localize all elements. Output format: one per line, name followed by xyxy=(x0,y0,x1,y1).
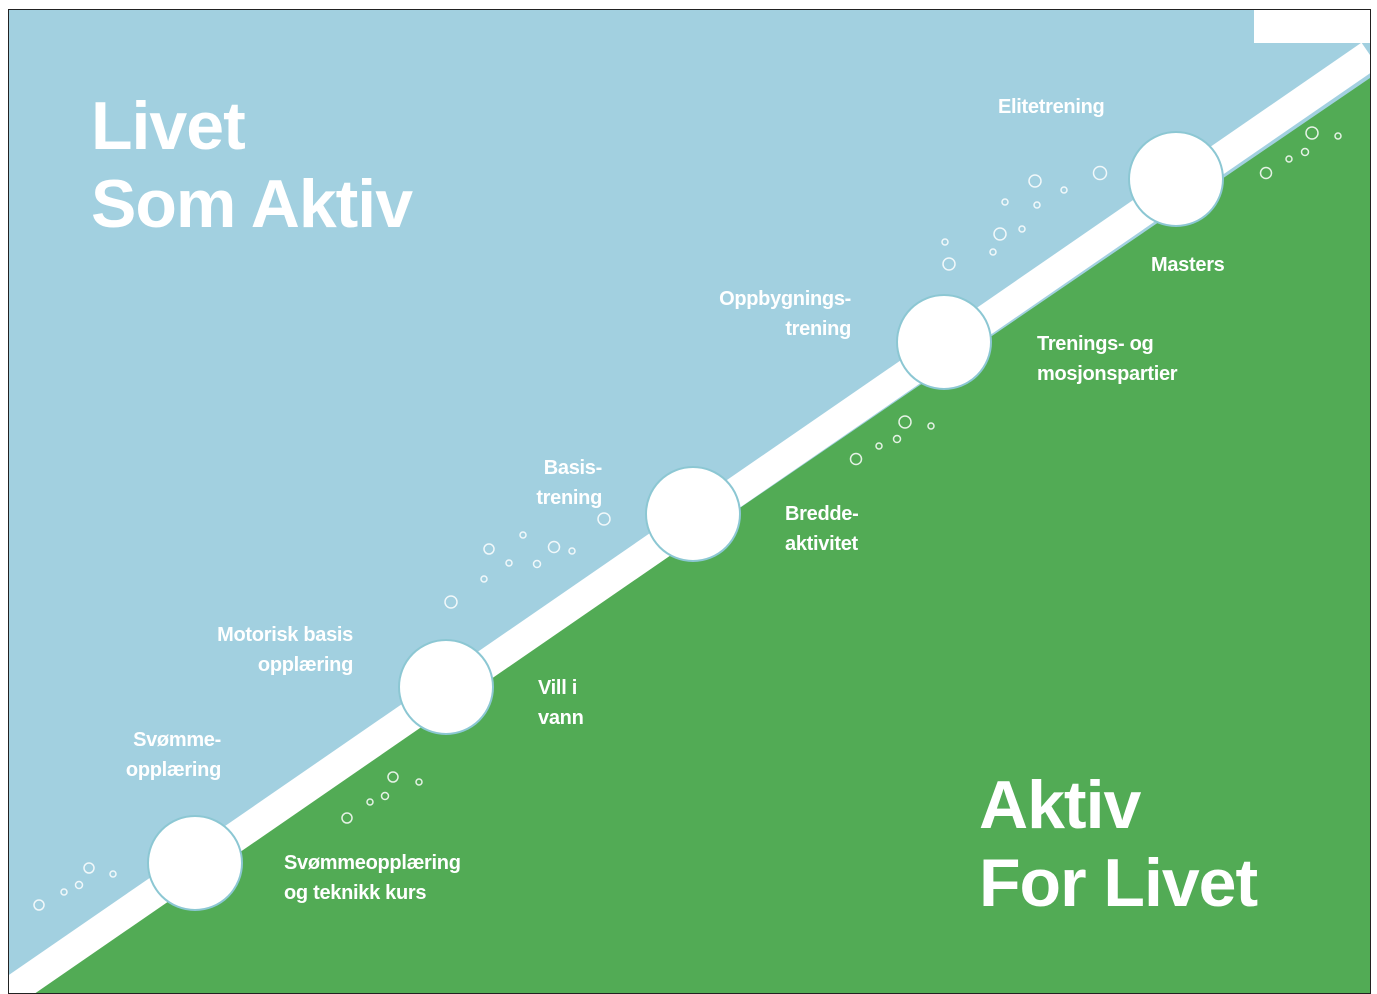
stage-1-upper-line-1: Svømme- xyxy=(133,729,221,751)
stage-1-upper-line-2: opplæring xyxy=(125,759,221,781)
stage-node-1 xyxy=(147,815,243,911)
title-top: Livet Som Aktiv xyxy=(91,87,413,243)
bubble xyxy=(993,227,1007,241)
stage-node-4 xyxy=(896,294,992,390)
stage-3-lower-line-2: aktivitet xyxy=(785,533,858,555)
stage-3-upper-line-2: trening xyxy=(536,487,602,509)
stage-1-lower-line-2: og teknikk kurs xyxy=(284,882,427,904)
stage-node-3 xyxy=(645,466,741,562)
bubble xyxy=(480,575,488,583)
stage-4-lower-label: Trenings- og mosjonspartier xyxy=(1037,329,1178,389)
bubble xyxy=(60,888,68,896)
stage-1-lower-label: Svømmeopplæring og teknikk kurs xyxy=(284,848,461,908)
stage-node-2 xyxy=(398,639,494,735)
stage-2-upper-label: Motorisk basis opplæring xyxy=(217,620,353,680)
stage-2-lower-line-2: vann xyxy=(538,707,584,729)
bubble xyxy=(941,238,949,246)
stage-2-upper-line-1: Motorisk basis xyxy=(217,624,353,646)
stage-4-lower-line-1: Trenings- og xyxy=(1037,333,1154,355)
title-bottom-line-2: For Livet xyxy=(979,845,1258,921)
title-bottom: Aktiv For Livet xyxy=(979,766,1258,922)
title-top-line-2: Som Aktiv xyxy=(91,166,413,242)
bubble xyxy=(568,547,576,555)
bubble xyxy=(942,257,956,271)
stage-1-upper-label: Svømme- opplæring xyxy=(126,725,221,785)
bubble xyxy=(444,595,458,609)
bubble xyxy=(989,248,997,256)
title-top-line-1: Livet xyxy=(91,88,246,164)
bubble xyxy=(547,540,561,554)
stage-2-upper-line-2: opplæring xyxy=(257,654,353,676)
bubble xyxy=(33,899,45,911)
diagram-frame: Livet Som Aktiv Aktiv For Livet Svømme- … xyxy=(8,9,1371,994)
bubble xyxy=(1018,225,1026,233)
bubble xyxy=(83,862,95,874)
stage-5-upper-line-1: Elitetrening xyxy=(998,96,1105,118)
stage-5-upper-label: Elitetrening xyxy=(998,92,1105,122)
stage-2-lower-label: Vill i vann xyxy=(538,673,584,733)
bubble xyxy=(597,512,611,526)
bubble xyxy=(483,543,495,555)
bubble xyxy=(1001,198,1009,206)
bubble xyxy=(519,531,527,539)
stage-3-upper-label: Basis- trening xyxy=(536,453,602,513)
stage-2-lower-line-1: Vill i xyxy=(538,677,577,699)
stage-5-lower-line-1: Masters xyxy=(1151,254,1225,276)
stage-node-5 xyxy=(1128,131,1224,227)
stage-4-upper-line-2: trening xyxy=(785,318,851,340)
title-bottom-line-1: Aktiv xyxy=(979,767,1141,843)
bubble xyxy=(532,559,542,569)
stage-4-upper-label: Oppbygnings- trening xyxy=(719,284,851,344)
stage-4-upper-line-1: Oppbygnings- xyxy=(719,288,851,310)
bubble xyxy=(1060,186,1068,194)
stage-4-lower-line-2: mosjonspartier xyxy=(1037,363,1178,385)
bubble xyxy=(1028,174,1042,188)
bubble xyxy=(109,870,117,878)
bubble xyxy=(505,559,513,567)
stage-3-upper-line-1: Basis- xyxy=(543,457,603,479)
bubble xyxy=(74,880,84,890)
bubble xyxy=(1033,201,1041,209)
stage-3-lower-line-1: Bredde- xyxy=(785,503,859,525)
bubble xyxy=(1092,165,1108,181)
corner-block xyxy=(1254,10,1370,43)
stage-3-lower-label: Bredde- aktivitet xyxy=(785,499,859,559)
stage-1-lower-line-1: Svømmeopplæring xyxy=(284,852,461,874)
stage-5-lower-label: Masters xyxy=(1151,250,1225,280)
